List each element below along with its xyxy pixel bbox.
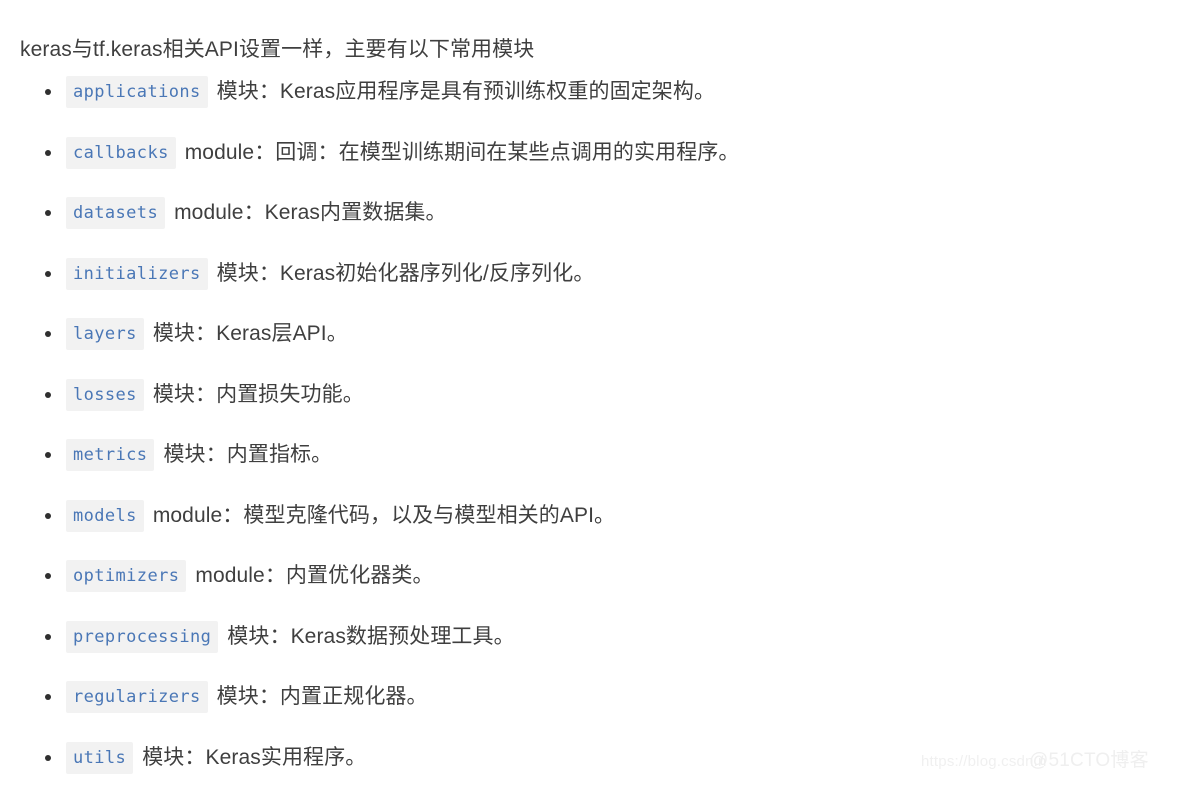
module-description: module：内置优化器类。 bbox=[195, 561, 433, 591]
module-description: 模块：Keras初始化器序列化/反序列化。 bbox=[217, 259, 595, 289]
module-code-label: regularizers bbox=[66, 681, 208, 713]
module-code-label: layers bbox=[66, 318, 144, 350]
module-description: module：模型克隆代码，以及与模型相关的API。 bbox=[153, 501, 615, 531]
list-item: models module：模型克隆代码，以及与模型相关的API。 bbox=[0, 486, 1183, 547]
module-list: applications 模块：Keras应用程序是具有预训练权重的固定架构。 ca… bbox=[0, 62, 1183, 788]
bullet-icon bbox=[45, 513, 51, 519]
bullet-icon bbox=[45, 452, 51, 458]
module-description: 模块：Keras层API。 bbox=[153, 319, 348, 349]
module-code-label: models bbox=[66, 500, 144, 532]
module-description: 模块：内置损失功能。 bbox=[153, 380, 364, 410]
list-item: regularizers 模块：内置正规化器。 bbox=[0, 667, 1183, 728]
bullet-icon bbox=[45, 634, 51, 640]
bullet-icon bbox=[45, 89, 51, 95]
module-code-label: datasets bbox=[66, 197, 165, 229]
module-description: 模块：内置指标。 bbox=[163, 440, 332, 470]
module-code-label: losses bbox=[66, 379, 144, 411]
module-code-label: callbacks bbox=[66, 137, 176, 169]
module-description: 模块：Keras数据预处理工具。 bbox=[227, 622, 514, 652]
list-item: applications 模块：Keras应用程序是具有预训练权重的固定架构。 bbox=[0, 62, 1183, 123]
list-item: initializers 模块：Keras初始化器序列化/反序列化。 bbox=[0, 244, 1183, 305]
module-code-label: applications bbox=[66, 76, 208, 108]
module-description: module：回调：在模型训练期间在某些点调用的实用程序。 bbox=[185, 138, 740, 168]
list-item: metrics 模块：内置指标。 bbox=[0, 425, 1183, 486]
module-description: 模块：Keras实用程序。 bbox=[142, 743, 366, 773]
bullet-icon bbox=[45, 150, 51, 156]
intro-paragraph: keras与tf.keras相关API设置一样，主要有以下常用模块 bbox=[20, 35, 534, 65]
bullet-icon bbox=[45, 331, 51, 337]
bullet-icon bbox=[45, 210, 51, 216]
list-item: optimizers module：内置优化器类。 bbox=[0, 546, 1183, 607]
bullet-icon bbox=[45, 573, 51, 579]
module-description: 模块：Keras应用程序是具有预训练权重的固定架构。 bbox=[217, 77, 715, 107]
document-page: keras与tf.keras相关API设置一样，主要有以下常用模块 applic… bbox=[0, 0, 1183, 786]
bullet-icon bbox=[45, 271, 51, 277]
module-code-label: preprocessing bbox=[66, 621, 218, 653]
module-description: module：Keras内置数据集。 bbox=[174, 198, 447, 228]
bullet-icon bbox=[45, 694, 51, 700]
module-code-label: utils bbox=[66, 742, 133, 774]
module-code-label: metrics bbox=[66, 439, 154, 471]
bullet-icon bbox=[45, 755, 51, 761]
list-item: utils 模块：Keras实用程序。 bbox=[0, 728, 1183, 788]
list-item: layers 模块：Keras层API。 bbox=[0, 304, 1183, 365]
module-description: 模块：内置正规化器。 bbox=[217, 682, 428, 712]
bullet-icon bbox=[45, 392, 51, 398]
list-item: callbacks module：回调：在模型训练期间在某些点调用的实用程序。 bbox=[0, 123, 1183, 184]
list-item: datasets module：Keras内置数据集。 bbox=[0, 183, 1183, 244]
module-code-label: optimizers bbox=[66, 560, 186, 592]
list-item: preprocessing 模块：Keras数据预处理工具。 bbox=[0, 607, 1183, 668]
list-item: losses 模块：内置损失功能。 bbox=[0, 365, 1183, 426]
module-code-label: initializers bbox=[66, 258, 208, 290]
